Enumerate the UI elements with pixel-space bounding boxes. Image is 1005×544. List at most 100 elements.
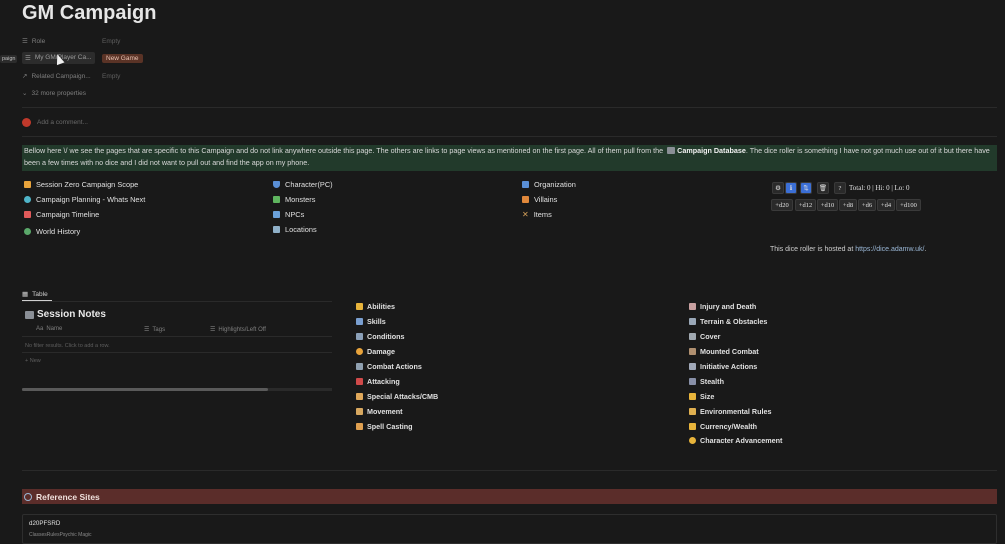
rule-combat-actions[interactable]: Combat Actions	[356, 362, 422, 371]
campaign-database-link[interactable]: Campaign Database	[677, 146, 746, 155]
link-villains[interactable]: Villains	[522, 195, 557, 204]
page-title: GM Campaign	[22, 2, 157, 24]
rule-character-advancement[interactable]: Character Advancement	[689, 436, 782, 445]
callout: Bellow here \/ we see the pages that are…	[22, 145, 997, 171]
divider	[22, 336, 332, 337]
status-badge[interactable]: New Game	[102, 53, 143, 63]
rule-spell-casting[interactable]: Spell Casting	[356, 422, 413, 431]
avatar	[22, 118, 31, 127]
link-monsters[interactable]: Monsters	[273, 195, 315, 204]
reference-site-subtitle: ClassesRulesPsychic Magic	[29, 532, 92, 538]
database-icon	[667, 147, 676, 154]
rule-injury-death[interactable]: Injury and Death	[689, 302, 756, 311]
property-role[interactable]: ☰ Role Empty	[22, 34, 120, 48]
tab-table[interactable]: ▦ Table	[22, 290, 48, 299]
lines-icon: ☰	[210, 327, 216, 333]
link-world-history[interactable]: World History	[24, 227, 80, 236]
more-properties-toggle[interactable]: ⌄ 32 more properties	[22, 86, 86, 100]
rule-attacking[interactable]: Attacking	[356, 377, 400, 386]
rule-icon	[356, 303, 363, 310]
rule-currency-wealth[interactable]: Currency/Wealth	[689, 422, 757, 431]
table-icon: ▦	[22, 291, 29, 298]
session-notes-title[interactable]: Session Notes	[25, 309, 106, 320]
rule-icon	[689, 423, 696, 430]
rule-icon	[689, 437, 696, 444]
dice-total: Total: 0 | Hi: 0 | Lo: 0	[849, 184, 910, 192]
trash-icon[interactable]: 🗑	[817, 182, 829, 194]
comment-placeholder: Add a comment...	[37, 119, 88, 126]
link-character-pc[interactable]: Character(PC)	[273, 180, 333, 189]
rule-icon	[356, 423, 363, 430]
new-row-button[interactable]: + New	[25, 358, 41, 364]
rule-icon	[689, 348, 696, 355]
dice-host-link[interactable]: https://dice.adamw.uk/	[855, 246, 924, 253]
swords-icon: ✕	[522, 210, 529, 219]
rule-icon	[356, 393, 363, 400]
rule-movement[interactable]: Movement	[356, 407, 403, 416]
rule-conditions[interactable]: Conditions	[356, 332, 405, 341]
divider	[22, 136, 997, 137]
rule-icon	[356, 408, 363, 415]
people-icon	[273, 211, 280, 218]
list-icon: ☰	[25, 55, 31, 62]
rule-icon	[356, 318, 363, 325]
globe-icon	[24, 492, 32, 501]
reference-sites-header[interactable]: Reference Sites	[22, 489, 997, 504]
column-header-name[interactable]: Aa Name	[36, 326, 62, 332]
divider	[22, 107, 997, 108]
reference-site-name: d20PFSRD	[29, 520, 61, 527]
property-gm-player-campaign[interactable]: ☰ My GM/Player Ca... New Game	[22, 51, 143, 65]
settings-icon[interactable]: ⚙	[772, 182, 784, 194]
sort-icon[interactable]: ⇅	[800, 182, 812, 194]
d6-button[interactable]: +d6	[858, 199, 876, 211]
rule-skills[interactable]: Skills	[356, 317, 386, 326]
globe-icon	[24, 196, 31, 203]
rule-icon	[689, 378, 696, 385]
d4-button[interactable]: +d4	[877, 199, 895, 211]
arrow-up-right-icon: ↗	[22, 73, 28, 80]
rule-special-attacks[interactable]: Special Attacks/CMB	[356, 392, 438, 401]
list-icon: ☰	[144, 327, 150, 333]
help-icon[interactable]: ?	[834, 182, 846, 194]
rule-icon	[689, 303, 696, 310]
rule-terrain-obstacles[interactable]: Terrain & Obstacles	[689, 317, 767, 326]
column-header-tags[interactable]: ☰ Tags	[144, 326, 165, 334]
rule-abilities[interactable]: Abilities	[356, 302, 395, 311]
link-items[interactable]: ✕ Items	[522, 210, 552, 219]
dice-hosted-note: This dice roller is hosted at https://di…	[770, 246, 927, 253]
link-campaign-planning[interactable]: Campaign Planning - Whats Next	[24, 195, 145, 204]
scrollbar-thumb[interactable]	[22, 388, 268, 391]
d20-button[interactable]: +d20	[771, 199, 793, 211]
property-related-campaign[interactable]: ↗ Related Campaign... Empty	[22, 69, 120, 83]
rule-cover[interactable]: Cover	[689, 332, 720, 341]
link-npcs[interactable]: NPCs	[273, 210, 304, 219]
earth-icon	[24, 228, 31, 235]
d10-button[interactable]: +d10	[817, 199, 838, 211]
rule-icon	[689, 408, 696, 415]
sidebar-tooltip: paign	[0, 55, 18, 63]
rule-stealth[interactable]: Stealth	[689, 377, 724, 386]
column-header-highlights[interactable]: ☰ Highlights/Left Off	[210, 326, 266, 334]
link-locations[interactable]: Locations	[273, 225, 317, 234]
chevron-down-icon: ⌄	[22, 90, 28, 97]
rule-icon	[689, 333, 696, 340]
rule-initiative-actions[interactable]: Initiative Actions	[689, 362, 757, 371]
d12-button[interactable]: +d12	[795, 199, 816, 211]
comment-box[interactable]: Add a comment...	[22, 118, 88, 127]
divider	[22, 470, 997, 471]
empty-table-message[interactable]: No filter results. Click to add a row.	[25, 343, 110, 349]
d100-button[interactable]: +d100	[896, 199, 921, 211]
map-icon	[273, 226, 280, 233]
rule-mounted-combat[interactable]: Mounted Combat	[689, 347, 759, 356]
info-icon[interactable]: ℹ	[785, 182, 797, 194]
rule-damage[interactable]: Damage	[356, 347, 395, 356]
d8-button[interactable]: +d8	[839, 199, 857, 211]
orange-book-icon	[24, 181, 31, 188]
rule-size[interactable]: Size	[689, 392, 714, 401]
link-organization[interactable]: Organization	[522, 180, 576, 189]
rule-environmental[interactable]: Environmental Rules	[689, 407, 772, 416]
link-campaign-timeline[interactable]: Campaign Timeline	[24, 210, 99, 219]
link-session-zero[interactable]: Session Zero Campaign Scope	[24, 180, 138, 189]
dragon-icon	[273, 196, 280, 203]
list-icon: ☰	[22, 38, 28, 45]
